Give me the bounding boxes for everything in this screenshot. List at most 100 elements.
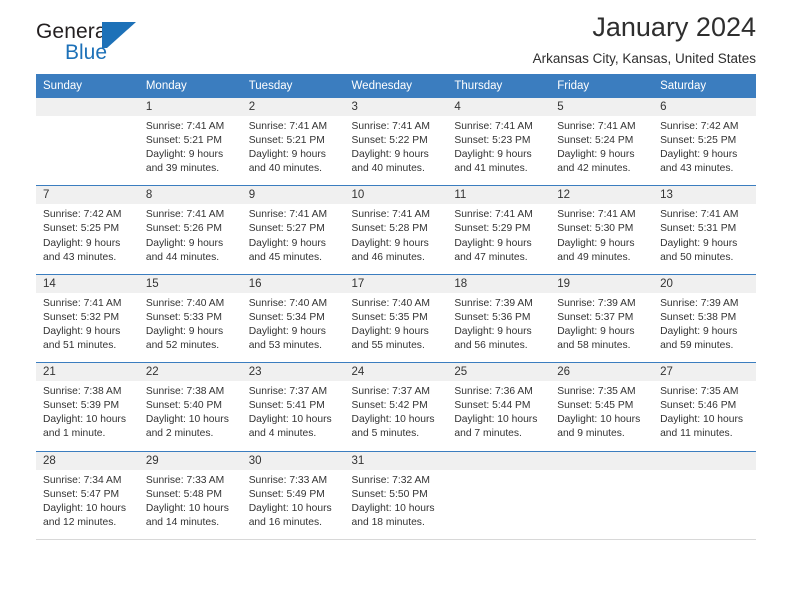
day-number: 23	[241, 363, 345, 382]
day-cell[interactable]: 7 Sunrise: 7:42 AM Sunset: 5:25 PM Daylight…	[36, 186, 139, 274]
detail-line: and 43 minutes.	[43, 251, 117, 263]
day-number: 11	[447, 186, 551, 205]
day-cell[interactable]: 17 Sunrise: 7:40 AM Sunset: 5:35 PM Dayligh…	[344, 274, 448, 363]
detail-line: Sunset: 5:47 PM	[43, 488, 120, 500]
day-cell[interactable]: 15 Sunrise: 7:40 AM Sunset: 5:33 PM Dayligh…	[138, 274, 242, 363]
weekday-header-tuesday: Tuesday	[241, 74, 345, 98]
detail-line: Sunset: 5:45 PM	[557, 400, 634, 412]
detail-line: Sunset: 5:24 PM	[557, 135, 634, 147]
calendar-week-row: 7 Sunrise: 7:42 AM Sunset: 5:25 PM Daylight…	[36, 186, 756, 274]
detail-line: and 11 minutes.	[660, 428, 733, 440]
detail-line: Sunrise: 7:36 AM	[454, 386, 533, 398]
day-number: 10	[344, 186, 448, 205]
detail-line: and 56 minutes.	[454, 340, 528, 352]
day-cell[interactable]: 9 Sunrise: 7:41 AM Sunset: 5:27 PM Daylight…	[241, 186, 345, 274]
detail-line: Daylight: 10 hours	[454, 414, 538, 426]
day-sun-details: Sunrise: 7:34 AM Sunset: 5:47 PM Daylight:…	[36, 469, 139, 539]
detail-line: Daylight: 9 hours	[351, 149, 429, 161]
detail-line: and 53 minutes.	[248, 340, 322, 352]
detail-line: Daylight: 9 hours	[43, 325, 121, 337]
day-cell[interactable]: 1 Sunrise: 7:41 AM Sunset: 5:21 PM Daylight…	[138, 98, 242, 186]
day-sun-details: Sunrise: 7:36 AM Sunset: 5:44 PM Daylight:…	[447, 381, 551, 451]
day-cell[interactable]: 18 Sunrise: 7:39 AM Sunset: 5:36 PM Dayligh…	[447, 274, 551, 363]
day-cell[interactable]: 27 Sunrise: 7:35 AM Sunset: 5:46 PM Dayligh…	[653, 363, 756, 451]
day-cell[interactable]: 19 Sunrise: 7:39 AM Sunset: 5:37 PM Dayligh…	[550, 274, 654, 363]
detail-line: Sunrise: 7:41 AM	[248, 209, 328, 221]
day-sun-details	[447, 469, 551, 536]
weekday-header-sunday: Sunday	[36, 74, 139, 98]
day-cell[interactable]: 5 Sunrise: 7:41 AM Sunset: 5:24 PM Daylight…	[550, 98, 654, 186]
day-sun-details: Sunrise: 7:35 AM Sunset: 5:45 PM Daylight:…	[550, 381, 654, 451]
detail-line: Sunset: 5:30 PM	[557, 223, 634, 235]
day-cell-empty	[36, 98, 139, 185]
calendar-week-row: 21 Sunrise: 7:38 AM Sunset: 5:39 PM Dayligh…	[36, 363, 756, 451]
day-sun-details: Sunrise: 7:41 AM Sunset: 5:21 PM Daylight:…	[138, 116, 242, 186]
detail-line: Sunset: 5:32 PM	[43, 311, 120, 323]
day-number: 4	[447, 98, 551, 116]
day-cell[interactable]: 6 Sunrise: 7:42 AM Sunset: 5:25 PM Daylight…	[653, 98, 756, 186]
day-number: 13	[653, 186, 756, 205]
detail-line: Sunrise: 7:41 AM	[145, 209, 225, 221]
detail-line: Daylight: 9 hours	[248, 237, 326, 249]
general-blue-logo[interactable]: General Blue	[36, 20, 216, 72]
detail-line: Sunset: 5:44 PM	[454, 400, 531, 412]
day-sun-details: Sunrise: 7:41 AM Sunset: 5:27 PM Daylight:…	[241, 204, 345, 274]
day-cell[interactable]: 29 Sunrise: 7:33 AM Sunset: 5:48 PM Dayligh…	[138, 451, 242, 539]
day-cell[interactable]: 12 Sunrise: 7:41 AM Sunset: 5:30 PM Dayligh…	[550, 186, 654, 274]
day-cell[interactable]: 21 Sunrise: 7:38 AM Sunset: 5:39 PM Dayligh…	[36, 363, 139, 451]
detail-line: Sunrise: 7:41 AM	[351, 209, 430, 221]
detail-line: Sunrise: 7:40 AM	[351, 297, 430, 309]
detail-line: Sunset: 5:21 PM	[248, 135, 325, 147]
day-cell[interactable]: 25 Sunrise: 7:36 AM Sunset: 5:44 PM Dayligh…	[447, 363, 551, 451]
detail-line: Daylight: 9 hours	[248, 149, 326, 161]
day-cell[interactable]: 20 Sunrise: 7:39 AM Sunset: 5:38 PM Dayligh…	[653, 274, 756, 363]
day-cell[interactable]: 16 Sunrise: 7:40 AM Sunset: 5:34 PM Dayligh…	[241, 274, 345, 363]
day-number	[36, 98, 139, 116]
calendar-week-row: 28 Sunrise: 7:34 AM Sunset: 5:47 PM Dayligh…	[36, 451, 756, 539]
detail-line: Daylight: 10 hours	[557, 414, 641, 426]
day-cell[interactable]: 11 Sunrise: 7:41 AM Sunset: 5:29 PM Dayligh…	[447, 186, 551, 274]
day-cell[interactable]: 24 Sunrise: 7:37 AM Sunset: 5:42 PM Dayligh…	[344, 363, 448, 451]
detail-line: Daylight: 9 hours	[557, 325, 635, 337]
day-cell[interactable]: 22 Sunrise: 7:38 AM Sunset: 5:40 PM Dayligh…	[138, 363, 242, 451]
detail-line: Daylight: 10 hours	[43, 502, 126, 514]
day-sun-details: Sunrise: 7:35 AM Sunset: 5:46 PM Daylight:…	[653, 381, 756, 451]
detail-line: and 47 minutes.	[454, 251, 528, 263]
day-cell[interactable]: 30 Sunrise: 7:33 AM Sunset: 5:49 PM Dayligh…	[241, 451, 345, 539]
day-number: 17	[344, 274, 448, 293]
weekday-header-friday: Friday	[550, 74, 654, 98]
day-cell[interactable]: 4 Sunrise: 7:41 AM Sunset: 5:23 PM Daylight…	[447, 98, 551, 186]
detail-line: Sunset: 5:28 PM	[351, 223, 428, 235]
weekday-header-saturday: Saturday	[653, 74, 756, 98]
detail-line: Sunset: 5:42 PM	[351, 400, 428, 412]
day-sun-details: Sunrise: 7:40 AM Sunset: 5:35 PM Daylight:…	[344, 292, 448, 363]
day-sun-details: Sunrise: 7:42 AM Sunset: 5:25 PM Daylight:…	[36, 204, 139, 274]
day-cell[interactable]: 2 Sunrise: 7:41 AM Sunset: 5:21 PM Daylight…	[241, 98, 345, 186]
day-cell[interactable]: 3 Sunrise: 7:41 AM Sunset: 5:22 PM Daylight…	[344, 98, 448, 186]
day-cell[interactable]: 26 Sunrise: 7:35 AM Sunset: 5:45 PM Dayligh…	[550, 363, 654, 451]
detail-line: Sunset: 5:33 PM	[145, 311, 222, 323]
day-sun-details: Sunrise: 7:37 AM Sunset: 5:41 PM Daylight:…	[241, 381, 345, 451]
day-sun-details: Sunrise: 7:38 AM Sunset: 5:39 PM Daylight:…	[36, 381, 139, 451]
detail-line: Sunrise: 7:32 AM	[351, 474, 430, 486]
day-cell[interactable]: 28 Sunrise: 7:34 AM Sunset: 5:47 PM Dayligh…	[36, 451, 139, 539]
day-sun-details: Sunrise: 7:33 AM Sunset: 5:48 PM Daylight:…	[138, 469, 242, 539]
day-number: 3	[344, 98, 448, 116]
day-sun-details: Sunrise: 7:41 AM Sunset: 5:23 PM Daylight:…	[447, 116, 551, 186]
day-cell[interactable]: 14 Sunrise: 7:41 AM Sunset: 5:32 PM Dayligh…	[36, 274, 139, 363]
day-cell[interactable]: 8 Sunrise: 7:41 AM Sunset: 5:26 PM Daylight…	[138, 186, 242, 274]
day-cell[interactable]: 23 Sunrise: 7:37 AM Sunset: 5:41 PM Dayligh…	[241, 363, 345, 451]
day-number: 20	[653, 274, 756, 293]
detail-line: and 55 minutes.	[351, 340, 425, 352]
day-cell[interactable]: 31 Sunrise: 7:32 AM Sunset: 5:50 PM Dayligh…	[344, 451, 448, 539]
day-number: 31	[344, 451, 448, 470]
day-number	[653, 451, 756, 470]
day-sun-details: Sunrise: 7:41 AM Sunset: 5:32 PM Daylight:…	[36, 292, 139, 363]
detail-line: Daylight: 9 hours	[351, 237, 429, 249]
day-cell[interactable]: 10 Sunrise: 7:41 AM Sunset: 5:28 PM Dayligh…	[344, 186, 448, 274]
day-number: 6	[653, 98, 756, 116]
detail-line: and 49 minutes.	[557, 251, 631, 263]
day-number: 15	[138, 274, 242, 293]
day-cell[interactable]: 13 Sunrise: 7:41 AM Sunset: 5:31 PM Dayligh…	[653, 186, 756, 274]
detail-line: Daylight: 9 hours	[454, 237, 532, 249]
